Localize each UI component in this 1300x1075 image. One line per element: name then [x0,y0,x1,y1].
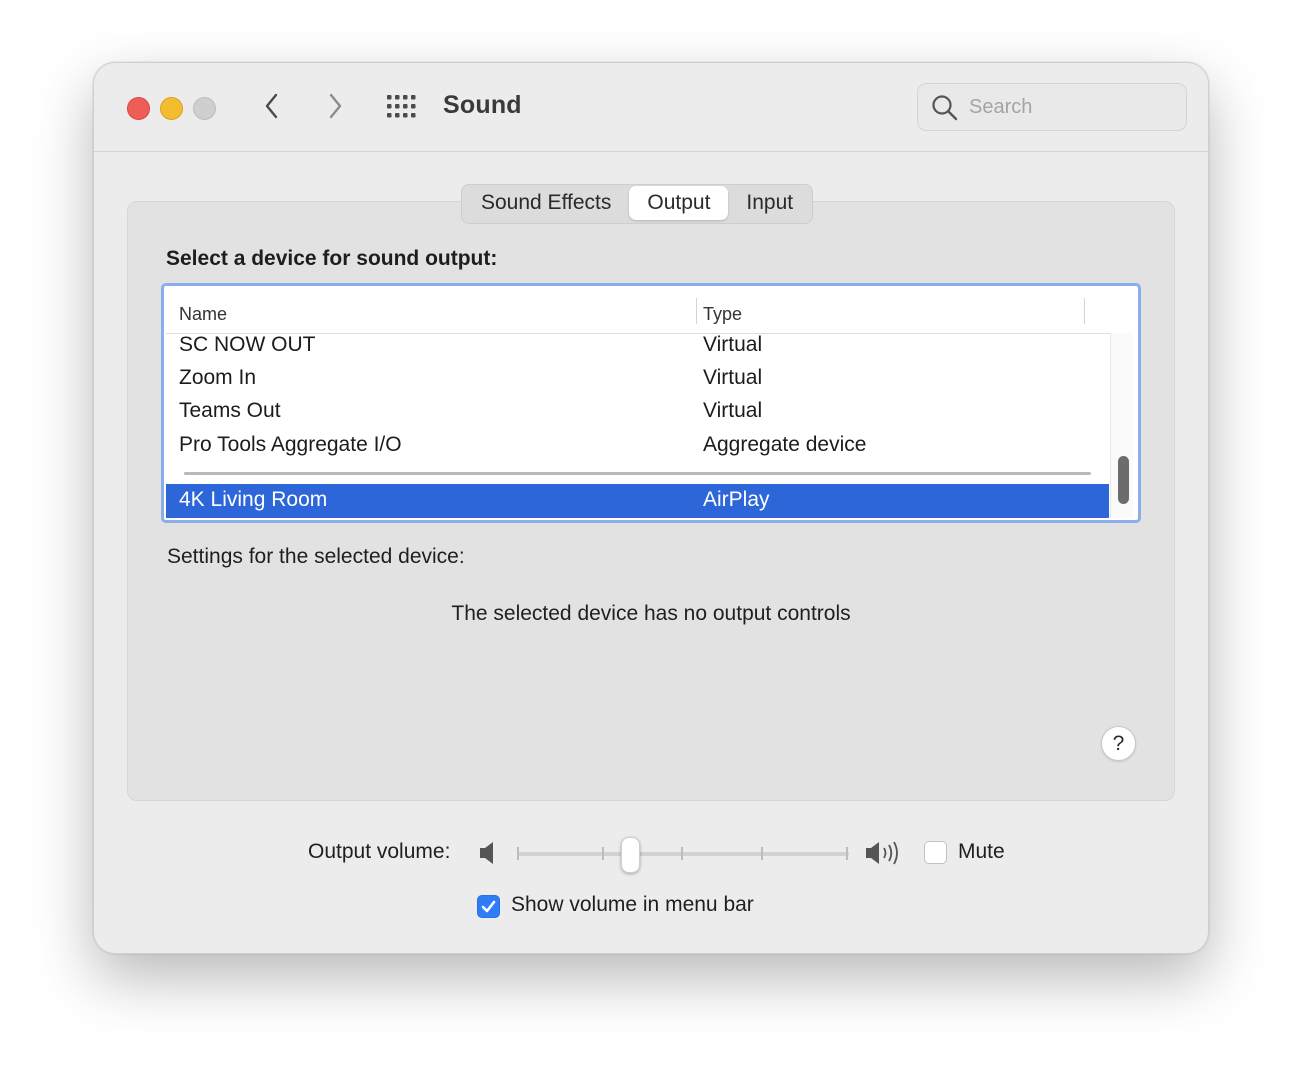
device-type: Virtual [703,333,763,356]
table-header: Name Type [166,288,1110,334]
show-all-button[interactable] [386,94,418,120]
forward-button[interactable] [320,91,350,121]
table-row[interactable]: Zoom In Virtual [166,362,1109,395]
column-header-name[interactable]: Name [179,304,227,325]
tab-output[interactable]: Output [629,186,729,220]
mute-checkbox[interactable] [924,841,947,864]
tab-bar: Sound Effects Output Input [461,184,814,224]
slider-tick [517,847,519,860]
column-header-type[interactable]: Type [703,304,742,325]
tab-sound-effects[interactable]: Sound Effects [463,186,629,220]
search-placeholder: Search [969,96,1033,118]
checkmark-icon [481,900,496,913]
speaker-low-icon [480,842,493,864]
device-type: AirPlay [703,488,770,511]
minimize-button[interactable] [160,97,183,120]
grid-icon [387,95,416,118]
output-volume-slider[interactable] [515,833,851,873]
device-name: Zoom In [179,366,257,389]
column-divider [696,298,697,324]
table-row-selected[interactable]: 4K Living Room AirPlay [166,484,1109,518]
speaker-high-icon [866,841,898,865]
column-divider [1084,298,1085,324]
search-field[interactable]: Search [917,83,1187,131]
slider-tick [761,847,763,860]
device-type: Aggregate device [703,433,867,456]
table-row[interactable]: Teams Out Virtual [166,395,1109,428]
output-volume-label: Output volume: [308,840,451,863]
tab-input[interactable]: Input [728,186,811,220]
mute-label[interactable]: Mute [958,840,1005,864]
table-row[interactable]: Pro Tools Aggregate I/O Aggregate device [166,429,1109,462]
slider-tick [602,847,604,860]
slider-knob[interactable] [621,837,640,873]
titlebar: Sound Search [94,63,1208,152]
back-button[interactable] [257,91,287,121]
chevron-left-icon [265,93,278,119]
no-controls-message: The selected device has no output contro… [451,602,851,625]
settings-label: Settings for the selected device: [167,545,465,568]
slider-track [517,852,849,856]
device-name: SC NOW OUT [179,333,316,356]
zoom-button[interactable] [193,97,216,120]
device-type: Virtual [703,399,763,422]
group-separator [184,472,1091,475]
show-volume-in-menu-bar-checkbox[interactable] [477,895,500,918]
help-button[interactable]: ? [1101,726,1136,761]
search-icon [932,95,958,121]
device-type: Virtual [703,366,763,389]
close-button[interactable] [127,97,150,120]
show-volume-in-menu-bar-label[interactable]: Show volume in menu bar [511,893,754,917]
chevron-right-icon [329,93,342,119]
scrollbar-thumb[interactable] [1118,456,1129,504]
slider-tick [681,847,683,860]
device-table[interactable]: Name Type SC NOW OUT Virtual Zoom In Vir… [161,283,1141,523]
scrollbar[interactable] [1110,333,1133,518]
device-name: Teams Out [179,399,281,422]
device-name: Pro Tools Aggregate I/O [179,433,402,456]
window-title: Sound [443,91,522,119]
device-name: 4K Living Room [179,488,328,511]
table-row[interactable]: SC NOW OUT Virtual [166,329,1109,362]
device-prompt: Select a device for sound output: [166,247,498,270]
sound-preferences-window: Sound Search Sound Effects Output Input … [93,62,1209,954]
slider-tick [846,847,848,860]
